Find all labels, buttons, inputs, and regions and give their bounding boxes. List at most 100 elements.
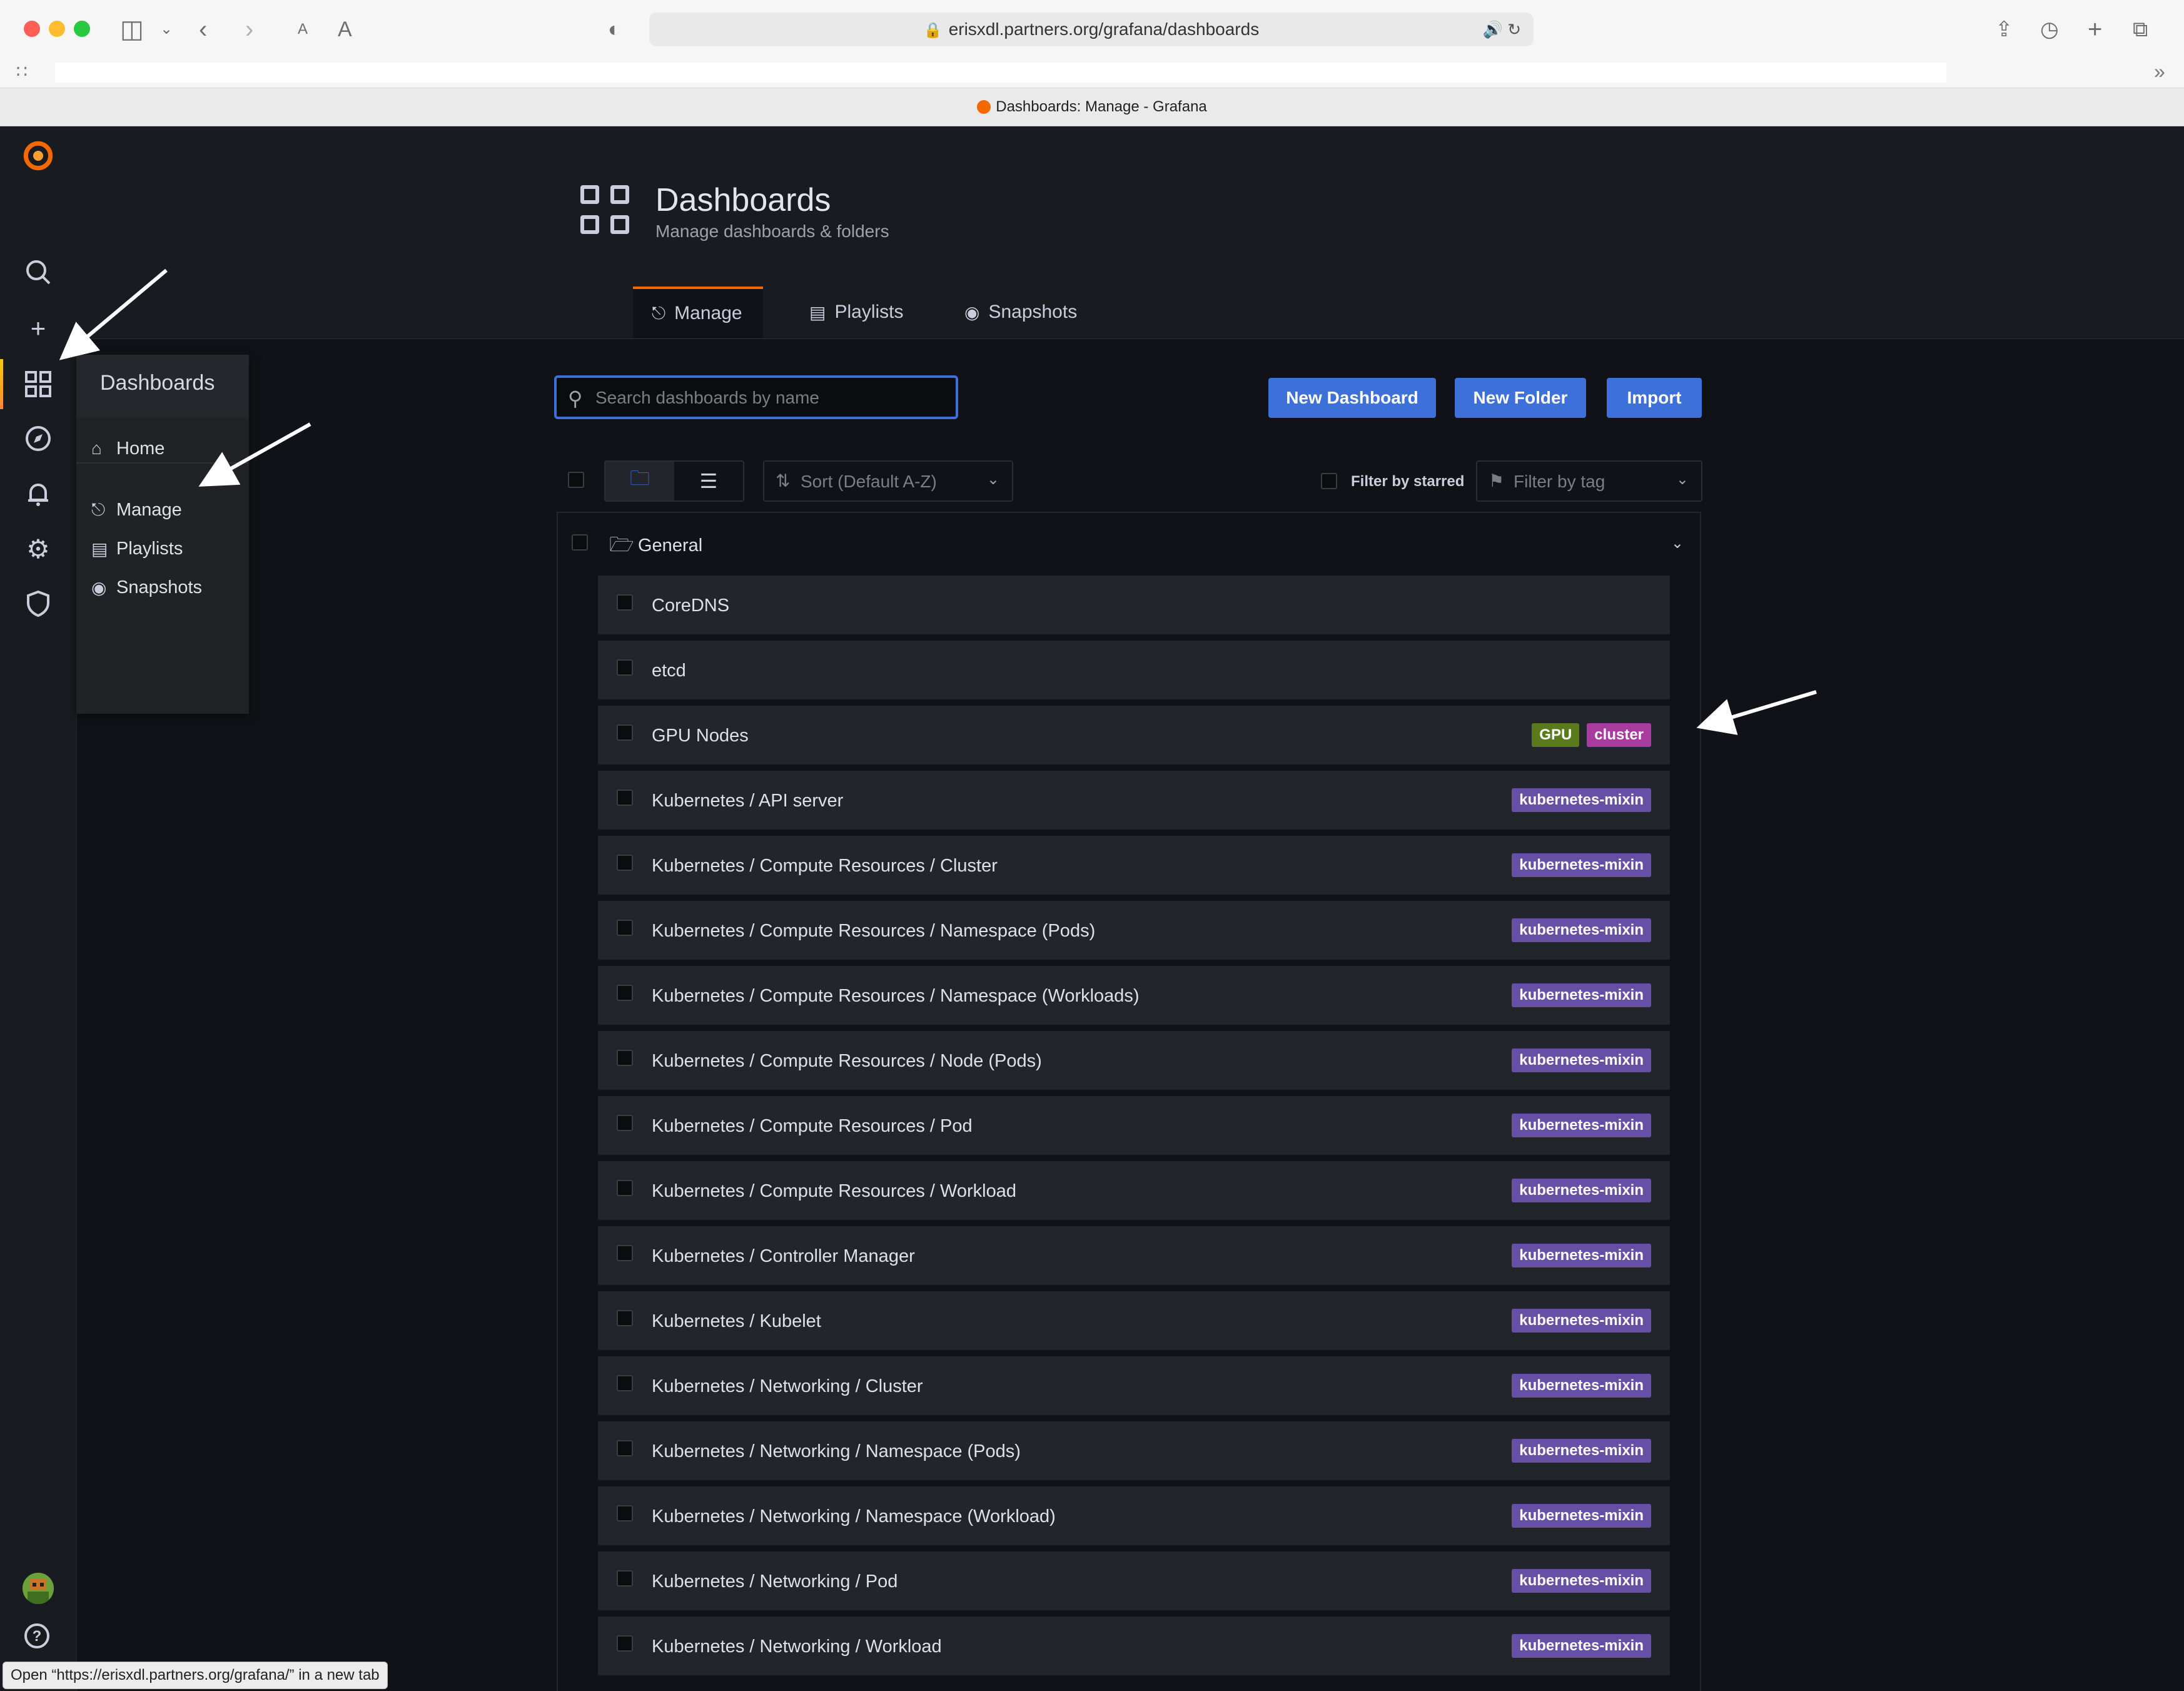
- dashboard-checkbox[interactable]: [617, 1245, 633, 1261]
- dashboard-title[interactable]: Kubernetes / Compute Resources / Namespa…: [652, 986, 1140, 1007]
- dashboard-row[interactable]: CoreDNS: [598, 576, 1670, 634]
- import-button[interactable]: Import: [1607, 378, 1702, 418]
- list-view-button[interactable]: ☰: [674, 462, 743, 500]
- share-icon[interactable]: ⇪: [1995, 14, 2013, 45]
- filter-starred-checkbox[interactable]: [1321, 473, 1337, 489]
- tag-badge[interactable]: kubernetes-mixin: [1512, 983, 1651, 1007]
- dashboard-title[interactable]: Kubernetes / Compute Resources / Node (P…: [652, 1051, 1042, 1072]
- server-admin-shield-icon[interactable]: [23, 588, 54, 619]
- dashboard-row[interactable]: Kubernetes / Networking / Pod kubernetes-…: [598, 1551, 1670, 1610]
- dashboard-row[interactable]: Kubernetes / Networking / Workload kubern…: [598, 1617, 1670, 1675]
- dashboard-checkbox[interactable]: [617, 1310, 633, 1326]
- dashboard-checkbox[interactable]: [617, 1635, 633, 1652]
- search-input[interactable]: [594, 383, 947, 413]
- tag-badge[interactable]: kubernetes-mixin: [1512, 1179, 1651, 1202]
- dashboard-title[interactable]: Kubernetes / Compute Resources / Namespa…: [652, 921, 1095, 942]
- dashboards-icon[interactable]: [23, 368, 54, 400]
- dashboard-title[interactable]: Kubernetes / Controller Manager: [652, 1246, 915, 1267]
- overflow-chevron-icon[interactable]: »: [2154, 60, 2165, 83]
- dashboard-title[interactable]: Kubernetes / Compute Resources / Cluster: [652, 856, 998, 876]
- tag-badge[interactable]: kubernetes-mixin: [1512, 1569, 1651, 1593]
- folder-header[interactable]: 🗁 General ⌄: [558, 513, 1702, 569]
- dashboard-checkbox[interactable]: [617, 1570, 633, 1587]
- tag-badge[interactable]: kubernetes-mixin: [1512, 1634, 1651, 1658]
- dashboard-title[interactable]: Kubernetes / API server: [652, 791, 843, 811]
- dashboard-title[interactable]: etcd: [652, 661, 686, 681]
- tag-badge[interactable]: kubernetes-mixin: [1512, 788, 1651, 812]
- grafana-logo-icon[interactable]: [23, 140, 54, 171]
- chevron-down-icon[interactable]: ⌄: [160, 14, 173, 45]
- explore-compass-icon[interactable]: [23, 423, 54, 454]
- tab-playlists[interactable]: ▤ Playlists: [791, 287, 923, 338]
- sort-select[interactable]: ⇅ Sort (Default A-Z) ⌄: [763, 460, 1013, 502]
- plus-icon[interactable]: +: [23, 313, 54, 344]
- dashboard-row[interactable]: Kubernetes / Kubelet kubernetes-mixin: [598, 1291, 1670, 1350]
- dashboard-row[interactable]: Kubernetes / Compute Resources / Workloa…: [598, 1161, 1670, 1220]
- zoom-window-button[interactable]: [74, 21, 90, 37]
- tag-badge[interactable]: kubernetes-mixin: [1512, 918, 1651, 942]
- dashboard-row[interactable]: Kubernetes / Networking / Namespace (Pod…: [598, 1421, 1670, 1480]
- tag-badge[interactable]: kubernetes-mixin: [1512, 1439, 1651, 1463]
- dashboard-title[interactable]: Kubernetes / Kubelet: [652, 1311, 821, 1332]
- search-field[interactable]: ⚲: [554, 375, 958, 419]
- tag-badge[interactable]: kubernetes-mixin: [1512, 1374, 1651, 1398]
- back-icon[interactable]: ‹: [199, 14, 207, 45]
- new-folder-button[interactable]: New Folder: [1455, 378, 1586, 418]
- dashboard-row[interactable]: GPU Nodes GPU cluster: [598, 706, 1670, 764]
- chevron-down-icon[interactable]: ⌄: [1671, 534, 1684, 552]
- folder-checkbox[interactable]: [572, 534, 588, 551]
- minimize-window-button[interactable]: [49, 21, 65, 37]
- dashboard-title[interactable]: GPU Nodes: [652, 726, 749, 746]
- privacy-shield-icon[interactable]: ◐: [608, 14, 621, 45]
- dashboard-checkbox[interactable]: [617, 1050, 633, 1066]
- select-all-checkbox[interactable]: [568, 472, 584, 488]
- tab-overview-icon[interactable]: ⧉: [2133, 14, 2148, 45]
- dashboard-title[interactable]: Kubernetes / Networking / Namespace (Wor…: [652, 1506, 1056, 1527]
- text-smaller-icon[interactable]: A: [298, 14, 308, 45]
- dashboard-title[interactable]: Kubernetes / Networking / Cluster: [652, 1376, 923, 1397]
- folder-view-button[interactable]: 🗀: [605, 462, 674, 500]
- dashboard-title[interactable]: Kubernetes / Networking / Namespace (Pod…: [652, 1441, 1021, 1462]
- dashboard-row[interactable]: Kubernetes / Compute Resources / Cluster…: [598, 836, 1670, 895]
- tag-filter-select[interactable]: ⚑ Filter by tag ⌄: [1476, 460, 1702, 502]
- dashboard-row[interactable]: Kubernetes / API server kubernetes-mixin: [598, 771, 1670, 830]
- dashboard-title[interactable]: Kubernetes / Compute Resources / Workloa…: [652, 1181, 1016, 1202]
- flyout-item-playlists[interactable]: ▤ Playlists: [91, 530, 183, 567]
- flyout-item-home[interactable]: ⌂ Home: [91, 430, 164, 467]
- alerting-bell-icon[interactable]: [23, 478, 54, 509]
- grid-apps-icon[interactable]: ∷: [16, 61, 28, 82]
- text-larger-icon[interactable]: A: [338, 14, 352, 45]
- dashboard-row[interactable]: Kubernetes / Networking / Namespace (Wor…: [598, 1486, 1670, 1545]
- dashboard-row[interactable]: Kubernetes / Compute Resources / Node (P…: [598, 1031, 1670, 1090]
- dashboard-checkbox[interactable]: [617, 1440, 633, 1456]
- help-icon[interactable]: ?: [23, 1622, 51, 1650]
- user-avatar[interactable]: [23, 1573, 54, 1604]
- tag-badge[interactable]: kubernetes-mixin: [1512, 1309, 1651, 1333]
- dashboard-row[interactable]: Kubernetes / Compute Resources / Namespa…: [598, 901, 1670, 960]
- dashboard-title[interactable]: Kubernetes / Networking / Pod: [652, 1572, 897, 1592]
- tag-badge[interactable]: kubernetes-mixin: [1512, 1504, 1651, 1528]
- flyout-title[interactable]: Dashboards: [76, 355, 249, 417]
- address-bar[interactable]: 🔒 erisxdl.partners.org/grafana/dashboards…: [649, 13, 1534, 46]
- dashboard-checkbox[interactable]: [617, 594, 633, 611]
- dashboard-row[interactable]: etcd: [598, 641, 1670, 699]
- tag-badge[interactable]: kubernetes-mixin: [1512, 853, 1651, 877]
- tab-snapshots[interactable]: ◉ Snapshots: [946, 287, 1096, 338]
- forward-icon[interactable]: ›: [245, 14, 253, 45]
- dashboard-row[interactable]: Kubernetes / Compute Resources / Pod kube…: [598, 1096, 1670, 1155]
- tag-badge[interactable]: kubernetes-mixin: [1512, 1114, 1651, 1137]
- dashboard-checkbox[interactable]: [617, 659, 633, 676]
- sidebar-toggle-icon[interactable]: ◫: [120, 14, 144, 45]
- flyout-item-snapshots[interactable]: ◉ Snapshots: [91, 569, 202, 606]
- tab-manage[interactable]: ⎋ Manage: [633, 287, 763, 338]
- dashboard-checkbox[interactable]: [617, 1505, 633, 1521]
- flyout-item-manage[interactable]: ⎋ Manage: [91, 491, 182, 529]
- dashboard-row[interactable]: Kubernetes / Controller Manager kubernete…: [598, 1226, 1670, 1285]
- search-icon[interactable]: [23, 256, 54, 288]
- new-tab-plus-icon[interactable]: +: [2088, 14, 2102, 45]
- dashboard-checkbox[interactable]: [617, 790, 633, 806]
- tag-badge[interactable]: GPU: [1532, 723, 1580, 747]
- dashboard-checkbox[interactable]: [617, 1115, 633, 1131]
- reload-icon[interactable]: 🔊 ↻: [1483, 13, 1521, 46]
- dashboard-row[interactable]: Kubernetes / Networking / Cluster kuberne…: [598, 1356, 1670, 1415]
